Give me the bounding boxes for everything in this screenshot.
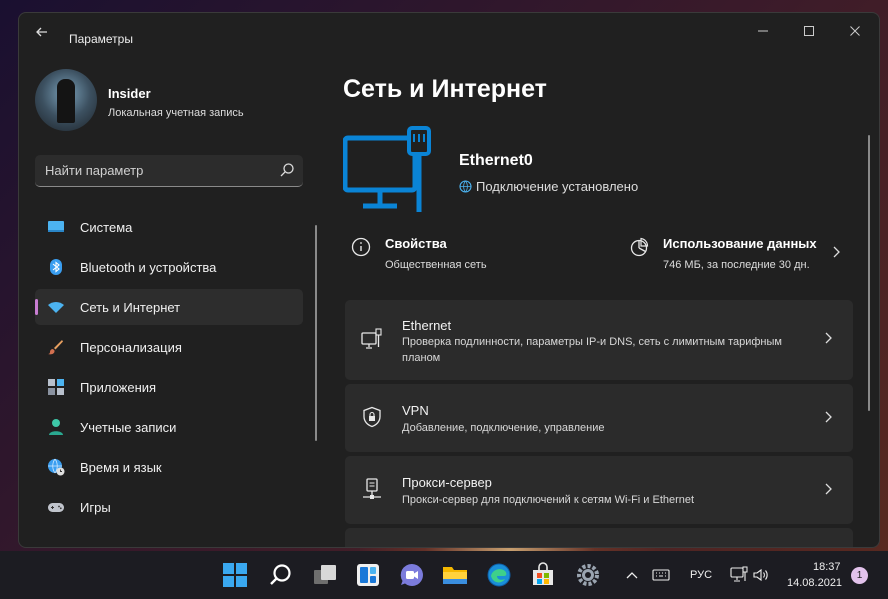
user-icon [49,419,63,435]
widgets-icon[interactable] [355,562,381,588]
user-profile[interactable]: Insider Локальная учетная запись [35,69,315,133]
search-input[interactable] [45,155,265,185]
sidebar-item-label: Учетные записи [80,420,177,435]
connection-name: Ethernet0 [459,152,533,169]
card-title: Ethernet [402,318,452,333]
card-title: Прокси-сервер [402,475,492,490]
proxy-card[interactable]: Прокси-сервер Прокси-сервер для подключе… [345,456,853,524]
card-chevron [823,410,833,427]
wifi-icon [48,302,64,313]
chevron-right-icon [825,483,832,495]
sidebar-item-label: Персонализация [80,340,182,355]
sidebar-nav: Система Bluetooth и устройства Сеть и Ин… [35,209,303,529]
sidebar-item-label: Время и язык [80,460,162,475]
globe-icon [459,180,472,193]
maximize-icon [804,26,814,36]
sidebar-item-apps[interactable]: Приложения [35,369,303,405]
ethernet-network-icon [343,126,431,212]
properties-title: Свойства [385,236,447,251]
back-button[interactable] [33,25,51,43]
app-title: Параметры [69,32,133,46]
card-description: Добавление, подключение, управление [402,422,605,434]
page-title: Сеть и Интернет [343,75,547,103]
chevron-right-icon [833,246,840,258]
main-scrollbar[interactable] [868,135,870,411]
minimize-icon [758,30,768,32]
volume-icon[interactable] [752,566,770,584]
vpn-card[interactable]: VPN Добавление, подключение, управление [345,384,853,452]
proxy-icon [363,478,381,499]
settings-gear-icon[interactable] [575,562,601,588]
info-icon [351,237,371,257]
sidebar-item-label: Система [80,220,133,235]
bluetooth-icon [50,259,62,275]
file-explorer-icon[interactable] [442,562,468,588]
properties-link[interactable]: Свойства Общественная сеть [351,231,591,275]
next-card[interactable] [345,528,853,547]
sidebar-item-bluetooth[interactable]: Bluetooth и устройства [35,249,303,285]
data-usage-subtitle: 746 МБ, за последние 30 дн. [663,259,810,271]
teams-chat-icon[interactable] [399,562,425,588]
back-arrow-icon [36,27,47,37]
system-icon [48,221,64,232]
search-box[interactable] [35,155,303,187]
gamepad-icon [48,503,64,512]
pie-chart-icon [630,237,649,257]
settings-window: Параметры Insider Локальная учетная запи… [18,12,880,548]
microsoft-store-icon[interactable] [530,562,556,588]
ethernet-card[interactable]: Ethernet Проверка подлинности, параметры… [345,300,853,380]
card-chevron [823,482,833,499]
sidebar-item-label: Bluetooth и устройства [80,260,217,275]
search-icon[interactable] [279,162,295,178]
keyboard-icon[interactable] [652,567,670,583]
maximize-button[interactable] [787,19,831,45]
brush-icon [48,340,63,355]
close-icon [850,26,860,36]
chevron-right-icon [825,332,832,344]
sidebar-item-label: Сеть и Интернет [80,300,181,315]
connection-status: Подключение установлено [459,179,638,194]
search-icon[interactable] [268,562,294,588]
sidebar-item-accounts[interactable]: Учетные записи [35,409,303,445]
sidebar-item-personalization[interactable]: Персонализация [35,329,303,365]
windows-start-icon[interactable] [222,562,248,588]
account-type: Локальная учетная запись [108,107,244,119]
card-chevron [823,331,833,348]
sidebar-scrollbar[interactable] [315,225,317,441]
properties-subtitle: Общественная сеть [385,259,487,271]
sidebar-item-system[interactable]: Система [35,209,303,245]
input-language[interactable]: РУС [690,569,712,581]
chevron-right-icon [825,411,832,423]
close-button[interactable] [833,19,877,45]
vpn-shield-icon [363,406,381,428]
clock-date: 14.08.2021 [787,577,843,589]
user-name: Insider [108,86,151,101]
sidebar-item-network[interactable]: Сеть и Интернет [35,289,303,325]
connection-status-text: Подключение установлено [476,179,639,194]
ethernet-icon [361,328,382,349]
taskbar: РУС 18:37 14.08.2021 1 [0,551,888,599]
data-usage-link[interactable]: Использование данных 746 МБ, за последни… [629,231,839,275]
apps-icon [48,379,64,395]
sidebar-item-gaming[interactable]: Игры [35,489,303,525]
task-view-icon[interactable] [312,562,338,588]
notification-badge[interactable]: 1 [851,567,868,584]
sidebar-item-time-language[interactable]: Время и язык [35,449,303,485]
globe-clock-icon [48,458,65,476]
clock-time: 18:37 [813,561,841,573]
data-usage-chevron[interactable] [831,245,841,262]
card-title: VPN [402,403,429,418]
title-bar: Параметры [19,13,879,53]
sidebar-item-label: Приложения [80,380,157,395]
edge-browser-icon[interactable] [486,562,512,588]
card-description: Прокси-сервер для подключений к сетям Wi… [402,494,695,506]
data-usage-title: Использование данных [663,236,817,251]
minimize-button[interactable] [741,19,785,45]
network-tray-icon[interactable] [730,566,748,584]
sidebar-item-label: Игры [80,500,111,515]
chevron-up-icon[interactable] [624,567,640,583]
card-description: Проверка подлинности, параметры IP-и DNS… [402,336,782,364]
avatar [35,69,97,131]
